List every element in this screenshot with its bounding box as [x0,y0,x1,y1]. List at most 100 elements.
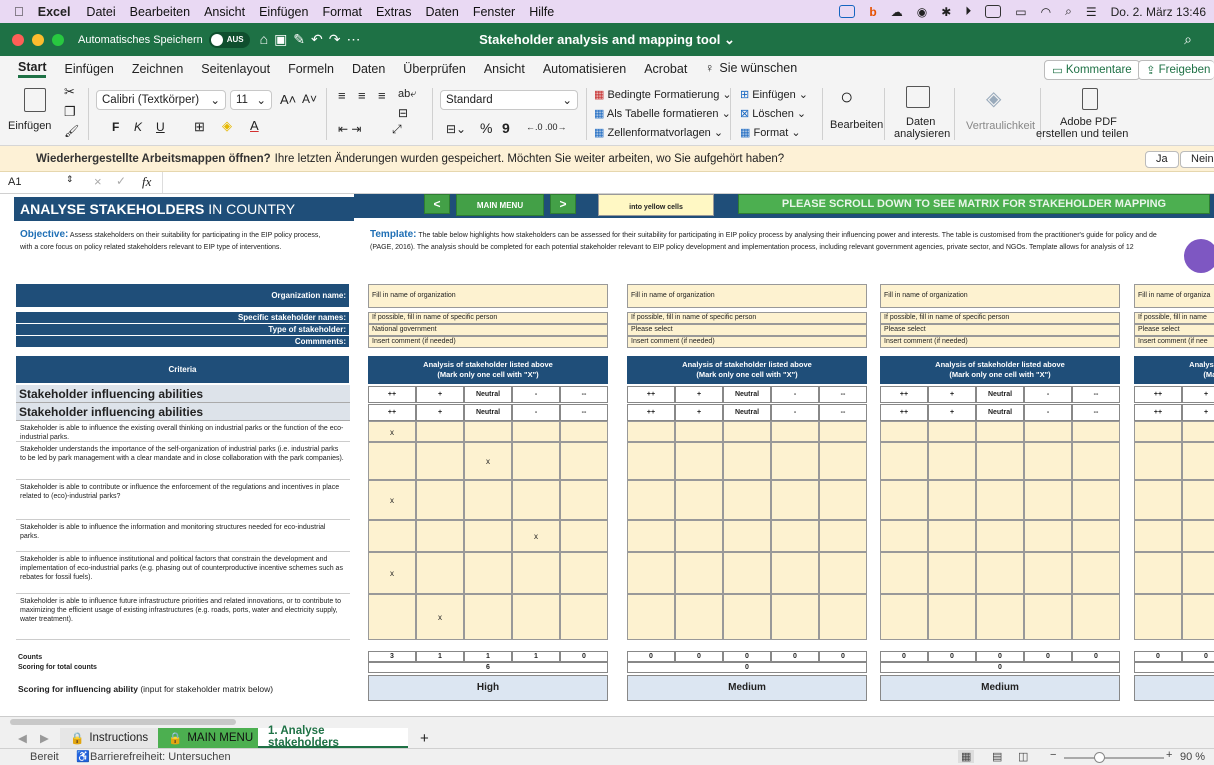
function-icon[interactable]: fx [142,174,151,190]
assessment-cell[interactable] [880,421,928,442]
paste-icon[interactable] [24,88,46,112]
assessment-cell[interactable]: x [416,594,464,640]
search-icon[interactable]: ⌕ [1184,31,1192,48]
assessment-cell[interactable] [976,480,1024,520]
assessment-cell[interactable] [723,552,771,594]
assessment-cell[interactable] [880,552,928,594]
assessment-cell[interactable] [464,552,512,594]
assessment-cell[interactable] [1024,552,1072,594]
copy-icon[interactable]: ❐ [64,104,76,120]
horizontal-scrollbar[interactable] [10,719,236,725]
align-center-icon[interactable]: ≡ [358,88,366,103]
specific-person-input[interactable]: If possible, fill in name of specific pe… [880,312,1120,324]
assessment-cell[interactable] [416,520,464,552]
assessment-cell[interactable] [880,480,928,520]
accessibility-status[interactable]: Barrierefreiheit: Untersuchen [90,751,231,763]
stakeholder-type-select[interactable]: Please select [627,324,867,336]
assessment-cell[interactable] [512,480,560,520]
specific-person-input[interactable]: If possible, fill in name of specific pe… [368,312,608,324]
align-right-icon[interactable]: ≡ [378,88,386,103]
assessment-cell[interactable] [368,520,416,552]
close-window-button[interactable] [12,33,24,46]
assessment-cell[interactable] [560,520,608,552]
menu-app-name[interactable]: Excel [38,5,71,19]
cloud-icon[interactable]: ☁ [891,5,903,19]
org-name-input[interactable]: Fill in name of organization [627,284,867,308]
menu-item[interactable]: Extras [376,5,411,19]
paste-button[interactable]: Einfügen [8,120,51,132]
cell-styles-button[interactable]: ▦ Zellenformatvorlagen ⌄ [594,126,723,139]
percent-icon[interactable]: % [480,120,492,136]
assessment-cell[interactable] [560,552,608,594]
assessment-cell[interactable] [771,480,819,520]
comment-input[interactable]: Insert comment (if needed) [368,336,608,348]
assessment-cell[interactable]: x [368,552,416,594]
sensitivity-label[interactable]: Vertraulichkeit [966,120,1035,132]
assessment-cell[interactable] [723,480,771,520]
font-size-select[interactable]: 11 ⌄ [230,90,272,110]
assessment-cell[interactable] [368,442,416,480]
display-icon[interactable] [985,5,1002,18]
play-icon[interactable]: ⏵ [965,4,971,19]
assessment-cell[interactable] [819,480,867,520]
assessment-cell[interactable] [560,421,608,442]
pdf-icon[interactable] [1082,88,1098,110]
analyze-data-label-1[interactable]: Daten [906,116,935,128]
yes-button[interactable]: Ja [1145,151,1179,168]
cancel-icon[interactable]: × [94,174,102,189]
assessment-cell[interactable] [928,552,976,594]
assessment-cell[interactable] [1182,594,1214,640]
specific-person-input[interactable]: If possible, fill in name of specific pe… [627,312,867,324]
font-color-icon[interactable]: A [250,118,259,133]
document-title[interactable]: Stakeholder analysis and mapping tool [479,32,720,47]
pdf-label-2[interactable]: erstellen und teilen [1036,128,1128,140]
find-icon[interactable]: ○ [840,84,853,110]
assessment-cell[interactable] [675,480,723,520]
org-name-input[interactable]: Fill in name of organization [880,284,1120,308]
assessment-cell[interactable] [723,594,771,640]
ribbon-tab[interactable]: Start [18,60,47,78]
menu-item[interactable]: Format [322,5,362,19]
assessment-cell[interactable] [416,552,464,594]
assessment-cell[interactable] [1182,480,1214,520]
b-app-icon[interactable]: b [869,5,876,19]
zoom-slider[interactable] [1064,757,1164,759]
assessment-cell[interactable] [928,421,976,442]
conditional-format-button[interactable]: ▦ Bedingte Formatierung ⌄ [594,88,732,101]
edit-button[interactable]: Bearbeiten [830,119,883,131]
cell-reference[interactable]: A1 [8,176,21,188]
assessment-cell[interactable] [1134,594,1182,640]
assessment-cell[interactable] [723,442,771,480]
formula-input[interactable] [162,172,1214,193]
assessment-cell[interactable] [928,594,976,640]
assessment-cell[interactable] [880,594,928,640]
assessment-cell[interactable] [928,520,976,552]
assessment-cell[interactable] [1072,552,1120,594]
zoom-in-button[interactable]: + [1166,749,1172,761]
assessment-cell[interactable] [627,421,675,442]
tab-scroll-right-icon[interactable]: ▶ [30,728,59,748]
assessment-cell[interactable] [928,480,976,520]
format-cells-button[interactable]: ▦ Format ⌄ [740,126,801,139]
assessment-cell[interactable] [675,594,723,640]
org-name-input[interactable]: Fill in name of organiza [1134,284,1214,308]
comments-button[interactable]: ▭ Kommentare [1044,60,1140,80]
menubar-datetime[interactable]: Do. 2. März 13:46 [1111,5,1206,19]
assessment-cell[interactable] [560,594,608,640]
assessment-cell[interactable] [771,442,819,480]
assessment-cell[interactable] [627,520,675,552]
worksheet[interactable]: ANALYSE STAKEHOLDERS IN COUNTRY < MAIN M… [0,194,1214,716]
assessment-cell[interactable] [771,552,819,594]
wifi-icon[interactable]: ◠ [1041,5,1051,19]
orientation-icon[interactable]: ⤢ [392,122,402,137]
assessment-cell[interactable]: x [464,442,512,480]
bluetooth-icon[interactable]: ✱ [941,5,951,19]
namebox-stepper-icon[interactable]: ⇕ [66,174,74,185]
assessment-cell[interactable] [627,594,675,640]
ribbon-tab[interactable]: Seitenlayout [201,62,270,76]
assessment-cell[interactable] [1134,552,1182,594]
spotlight-icon[interactable]: ⌕ [1065,4,1072,19]
assessment-cell[interactable] [627,552,675,594]
assessment-cell[interactable] [1182,552,1214,594]
assessment-cell[interactable] [1024,442,1072,480]
